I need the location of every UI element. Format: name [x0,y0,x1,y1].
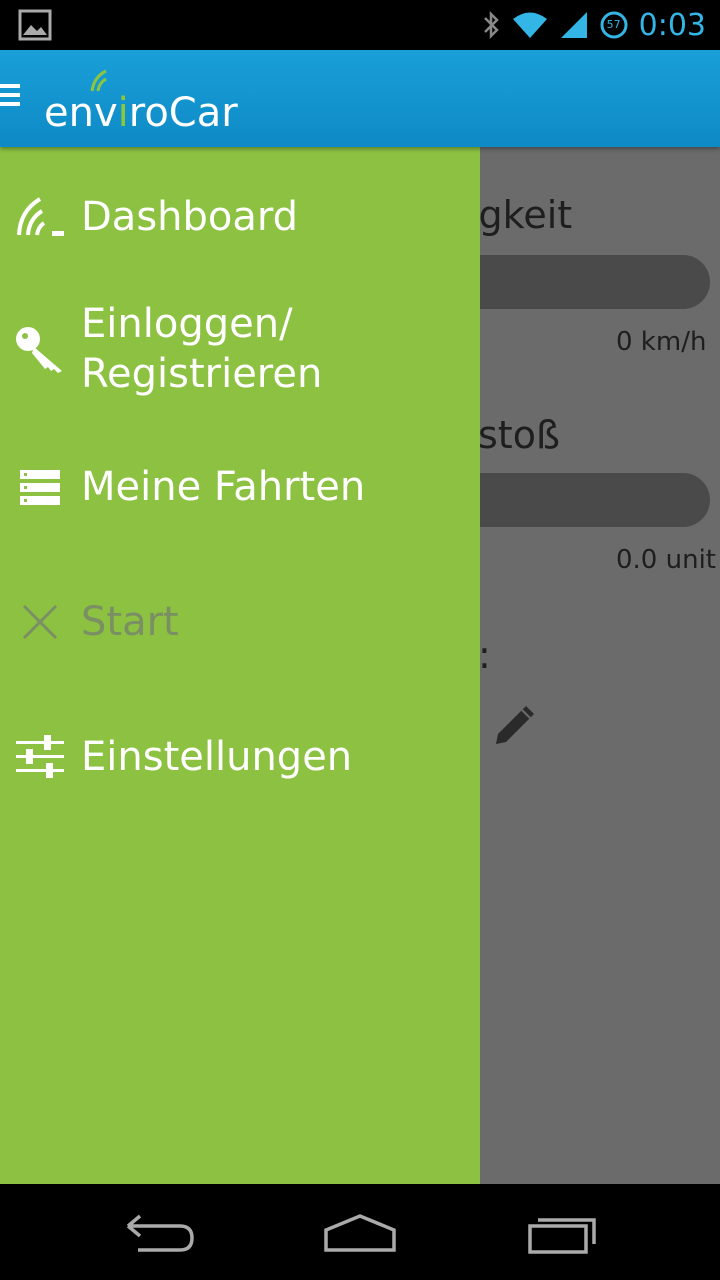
battery-icon: 57 [599,10,629,40]
status-bar: 57 0:03 [0,0,720,50]
nav-label-login-line1: Einloggen/ [81,301,293,347]
home-icon[interactable] [322,1212,398,1256]
close-icon [14,596,66,648]
co2-value: 0.0 unit [616,545,716,575]
nav-label-login-line2: Registrieren [81,351,323,397]
speed-label: igkeit [468,193,573,237]
menu-icon[interactable] [0,84,20,108]
system-nav-bar [0,1184,720,1280]
list-icon [14,461,66,513]
battery-level: 57 [606,18,621,31]
bluetooth-icon [483,10,499,40]
wifi-icon [512,12,547,38]
recents-icon[interactable] [526,1212,598,1256]
nav-item-login[interactable]: Einloggen/ Registrieren [0,297,480,407]
co2-bar [440,473,710,527]
speed-value: 0 km/h [616,327,707,357]
co2-label: stoß [478,413,560,457]
signal-icon [560,12,587,38]
action-bar: enviroCar [0,50,720,147]
nav-item-settings[interactable]: Einstellungen [0,727,480,787]
nav-item-start: Start [0,592,480,652]
nav-label-start: Start [81,599,179,645]
app-logo[interactable]: enviroCar [44,90,238,136]
nav-label-tracks: Meine Fahrten [81,464,366,510]
nav-label-settings: Einstellungen [81,734,353,780]
nav-label-dashboard: Dashboard [81,194,299,240]
signal-arcs-icon [14,191,66,243]
key-icon [14,323,66,375]
clock: 0:03 [638,7,706,43]
speed-bar [440,255,710,309]
gallery-icon [18,9,52,41]
edit-car-icon[interactable] [490,702,538,750]
navigation-drawer: Dashboard Einloggen/ Registrieren Meine … [0,147,480,1184]
nav-item-tracks[interactable]: Meine Fahrten [0,457,480,517]
back-icon[interactable] [124,1212,196,1256]
sliders-icon [14,731,66,783]
nav-item-dashboard[interactable]: Dashboard [0,187,480,247]
